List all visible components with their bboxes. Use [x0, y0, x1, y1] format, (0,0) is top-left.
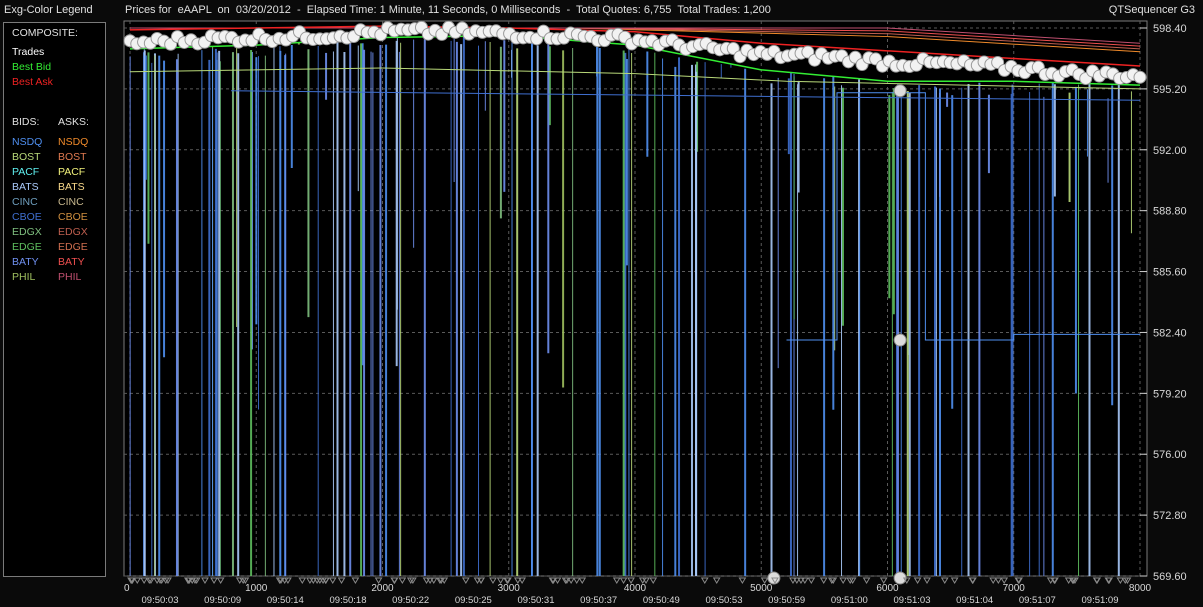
trade-tick-marker [923, 577, 931, 584]
time-label: 09:50:49 [643, 595, 680, 606]
isolated-trade-marker [893, 84, 907, 98]
time-label: 09:50:25 [455, 595, 492, 606]
trade-tick-marker [298, 577, 307, 584]
trade-tick-marker [913, 577, 922, 584]
trade-tick-marker [819, 577, 828, 584]
time-label: 09:50:31 [518, 595, 555, 606]
time-label: 09:50:09 [204, 595, 241, 606]
y-tick-label: 572.80 [1153, 510, 1187, 522]
y-tick-label: 588.80 [1153, 206, 1187, 218]
time-label: 09:50:18 [330, 595, 367, 606]
trade-tick-marker [700, 577, 709, 584]
trade-tick-marker [940, 577, 949, 584]
trade-tick-marker [351, 577, 360, 584]
time-label: 09:50:59 [768, 595, 805, 606]
trade-tick-marker [612, 577, 621, 584]
trade-tick-marker [950, 577, 959, 584]
trade-tick-marker [738, 577, 747, 584]
time-label: 09:50:53 [706, 595, 743, 606]
y-tick-label: 585.60 [1153, 267, 1187, 279]
y-tick-label: 582.40 [1153, 327, 1187, 339]
x-tick-label: 1000 [245, 583, 268, 594]
trade-tick-marker [398, 577, 407, 584]
time-label: 09:51:07 [1019, 595, 1056, 606]
price-chart: 598.40 595.20 592.00 588.80 585.60 582.40 579.… [123, 20, 1187, 606]
x-tick-label: 8000 [1129, 583, 1152, 594]
x-tick-label: 3000 [498, 583, 521, 594]
x-tick-label: 0 [124, 583, 130, 594]
trade-marker [1133, 70, 1147, 84]
trade-tick-marker [862, 577, 871, 584]
x-tick-label: 5000 [750, 583, 773, 594]
trade-tick-marker [210, 577, 218, 584]
time-label: 09:50:14 [267, 595, 304, 606]
x-tick-label: 7000 [1003, 583, 1026, 594]
trade-tick-marker [712, 577, 721, 584]
time-label: 09:51:00 [831, 595, 868, 606]
trade-tick-marker [216, 577, 225, 584]
y-tick-label: 569.60 [1153, 571, 1187, 583]
x-tick-label: 4000 [624, 583, 647, 594]
trade-tick-marker [489, 577, 497, 584]
trade-tick-marker [649, 577, 658, 584]
y-tick-label: 595.20 [1153, 84, 1187, 96]
trade-tick-marker [572, 577, 581, 584]
time-label: 09:51:03 [894, 595, 931, 606]
y-tick-label: 579.20 [1153, 388, 1187, 400]
isolated-trade-marker [893, 333, 907, 347]
x-tick-label: 6000 [876, 583, 899, 594]
trade-tick-marker [994, 577, 1003, 584]
trade-tick-marker [201, 577, 209, 584]
y-tick-label: 576.00 [1153, 449, 1187, 461]
trade-tick-marker [567, 577, 575, 584]
time-label: 09:51:09 [1082, 595, 1119, 606]
time-label: 09:50:37 [580, 595, 617, 606]
trade-tick-marker [461, 577, 470, 584]
trade-tick-marker [140, 577, 148, 584]
x-tick-label: 2000 [371, 583, 394, 594]
trade-tick-marker [328, 577, 337, 584]
time-label: 09:50:03 [142, 595, 179, 606]
time-label: 09:50:22 [392, 595, 429, 606]
y-tick-label: 598.40 [1153, 23, 1187, 35]
time-label: 09:51:04 [956, 595, 993, 606]
trade-tick-marker [839, 577, 848, 584]
trade-tick-marker [578, 577, 587, 584]
trade-tick-marker [337, 577, 346, 584]
y-tick-label: 592.00 [1153, 145, 1187, 157]
trade-tick-marker [807, 577, 816, 584]
